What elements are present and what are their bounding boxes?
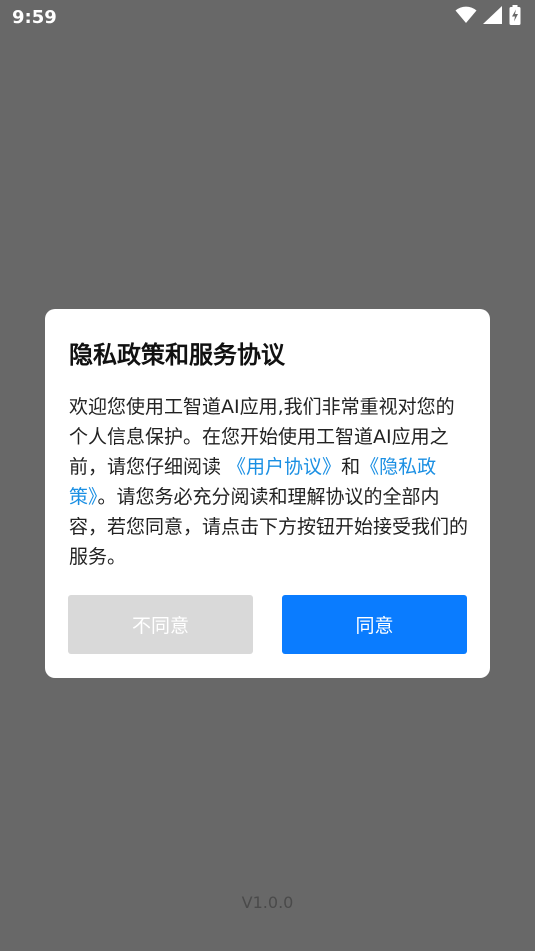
dialog-title: 隐私政策和服务协议	[69, 341, 285, 369]
privacy-dialog: 隐私政策和服务协议 欢迎您使用工智道AI应用,我们非常重视对您的个人信息保护。在…	[45, 309, 490, 678]
signal-icon	[483, 6, 503, 28]
wifi-icon	[455, 6, 477, 28]
dialog-body-text-2: 。请您务必充分阅读和理解协议的全部内容，若您同意，请点击下方按钮开始接受我们的服…	[69, 486, 469, 568]
user-agreement-link[interactable]: 《用户协议》	[227, 456, 341, 478]
dialog-body: 欢迎您使用工智道AI应用,我们非常重视对您的个人信息保护。在您开始使用工智道AI…	[69, 392, 469, 572]
status-time: 9:59	[12, 7, 57, 28]
dialog-body-and: 和	[341, 456, 361, 478]
version-label: V1.0.0	[241, 893, 294, 912]
battery-charging-icon	[509, 5, 521, 29]
disagree-button[interactable]: 不同意	[68, 595, 253, 654]
status-bar: 9:59	[0, 0, 535, 36]
agree-button[interactable]: 同意	[282, 595, 467, 654]
status-icons	[455, 5, 521, 29]
